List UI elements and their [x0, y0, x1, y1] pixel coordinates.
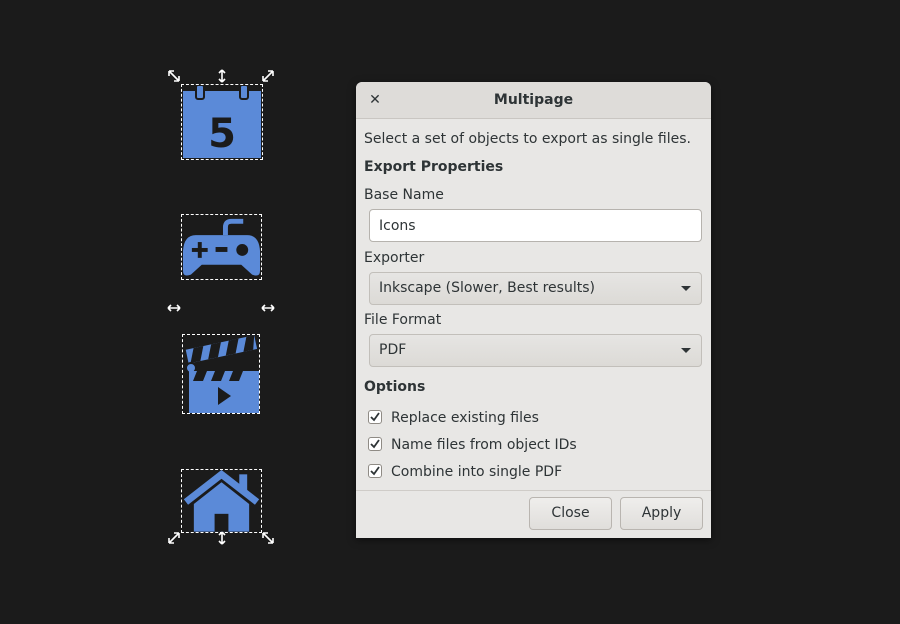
- chevron-down-icon: [681, 348, 691, 353]
- scale-handle-bottom-left-icon[interactable]: [167, 531, 181, 545]
- apply-button[interactable]: Apply: [620, 497, 703, 530]
- options-heading: Options: [364, 379, 426, 395]
- chevron-down-icon: [681, 286, 691, 291]
- dialog-titlebar[interactable]: ✕ Multipage: [356, 82, 711, 119]
- calendar-day-text: 5: [208, 111, 236, 157]
- dialog-description: Select a set of objects to export as sin…: [364, 131, 691, 147]
- file-format-label: File Format: [364, 312, 442, 328]
- dialog-footer: Close Apply: [356, 490, 711, 538]
- scale-handle-top-left-icon[interactable]: [167, 69, 181, 83]
- base-name-input[interactable]: [369, 209, 702, 242]
- checkmark-icon: [370, 412, 380, 422]
- replace-existing-checkbox[interactable]: [368, 410, 382, 424]
- checkmark-icon: [370, 439, 380, 449]
- scale-handle-bottom-icon[interactable]: [215, 531, 229, 545]
- scale-handle-right-icon[interactable]: [261, 301, 275, 315]
- scale-handle-bottom-right-icon[interactable]: [261, 531, 275, 545]
- checkmark-icon: [370, 466, 380, 476]
- gamepad-icon[interactable]: [181, 214, 262, 280]
- file-format-selected: PDF: [379, 342, 407, 358]
- name-from-ids-label: Name files from object IDs: [391, 437, 577, 453]
- exporter-selected: Inkscape (Slower, Best results): [379, 280, 595, 296]
- scale-handle-top-right-icon[interactable]: [261, 69, 275, 83]
- exporter-dropdown[interactable]: Inkscape (Slower, Best results): [369, 272, 702, 305]
- export-properties-heading: Export Properties: [364, 159, 504, 175]
- exporter-label: Exporter: [364, 250, 425, 266]
- clapperboard-icon[interactable]: [182, 334, 260, 414]
- base-name-label: Base Name: [364, 187, 444, 203]
- scale-handle-top-icon[interactable]: [215, 69, 229, 83]
- name-from-ids-checkbox[interactable]: [368, 437, 382, 451]
- combine-pdf-label: Combine into single PDF: [391, 464, 563, 480]
- file-format-dropdown[interactable]: PDF: [369, 334, 702, 367]
- dialog-title: Multipage: [493, 92, 574, 108]
- calendar-icon[interactable]: 5: [181, 84, 263, 160]
- scale-handle-left-icon[interactable]: [167, 301, 181, 315]
- close-button[interactable]: Close: [529, 497, 612, 530]
- combine-pdf-checkbox[interactable]: [368, 464, 382, 478]
- replace-existing-label: Replace existing files: [391, 410, 539, 426]
- multipage-dialog: ✕ Multipage Select a set of objects to e…: [356, 82, 711, 538]
- house-icon[interactable]: [181, 469, 262, 533]
